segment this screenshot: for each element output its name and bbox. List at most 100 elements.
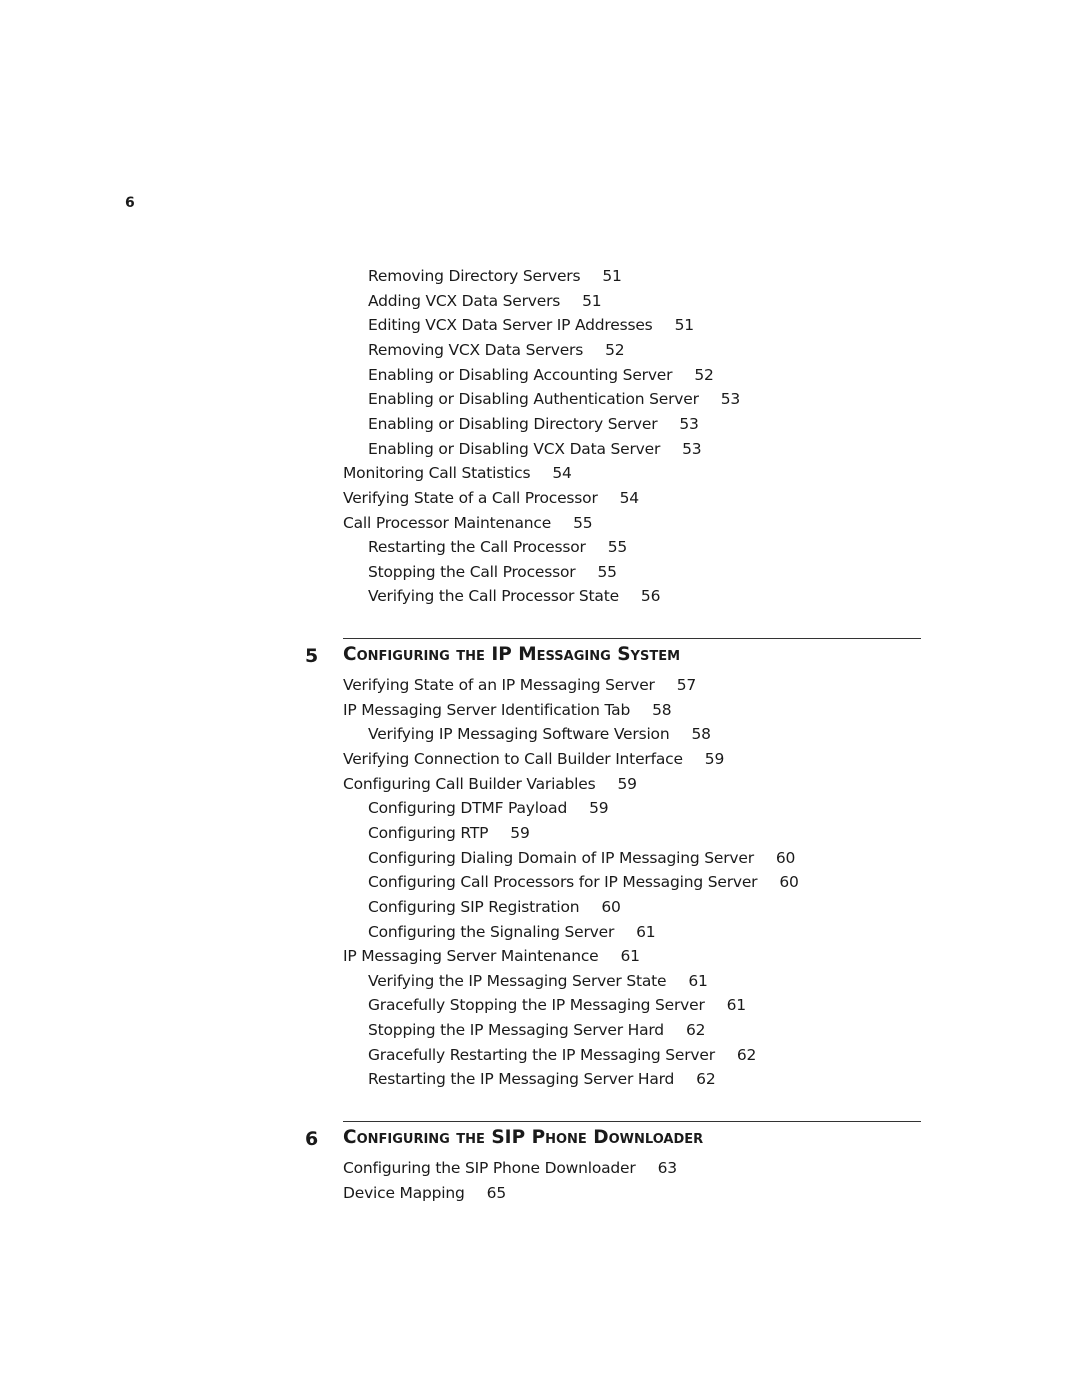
toc-entry[interactable]: Enabling or Disabling Directory Server 53 xyxy=(368,414,699,434)
chapter-number: 5 xyxy=(305,645,319,667)
toc-entry[interactable]: Stopping the IP Messaging Server Hard 62 xyxy=(368,1020,705,1040)
toc-entry-page: 55 xyxy=(607,538,628,557)
toc-entry-title: Verifying the IP Messaging Server State xyxy=(368,971,667,990)
toc-entry-title: Configuring Dialing Domain of IP Messagi… xyxy=(368,848,754,867)
toc-entry-title: Removing Directory Servers xyxy=(368,267,581,285)
toc-entry[interactable]: Configuring the Signaling Server 61 xyxy=(368,922,656,942)
toc-entry-page: 60 xyxy=(601,897,621,916)
toc-entry-title: IP Messaging Server Maintenance xyxy=(343,947,599,966)
chapter-title[interactable]: Configuring the SIP Phone Downloader xyxy=(343,1127,703,1148)
toc-entry[interactable]: Verifying IP Messaging Software Version 5… xyxy=(368,724,711,744)
toc-entry-page: 58 xyxy=(652,700,672,719)
toc-entry-page: 61 xyxy=(636,922,656,941)
toc-entry[interactable]: Restarting the Call Processor 55 xyxy=(368,537,627,557)
toc-entry-title: Configuring the SIP Phone Downloader xyxy=(343,1159,636,1177)
toc-entry-title: Enabling or Disabling VCX Data Server xyxy=(368,439,661,458)
toc-entry[interactable]: Device Mapping 65 xyxy=(343,1183,506,1203)
toc-entry-page: 63 xyxy=(657,1159,678,1177)
chapter-divider xyxy=(343,638,921,639)
toc-entry-page: 61 xyxy=(620,947,641,966)
toc-entry-title: Configuring DTMF Payload xyxy=(368,799,568,818)
toc-entry[interactable]: Verifying State of an IP Messaging Serve… xyxy=(343,675,696,695)
toc-entry-title: Enabling or Disabling Accounting Server xyxy=(368,365,673,384)
chapter-title[interactable]: Configuring the IP Messaging System xyxy=(343,644,680,665)
toc-entry-title: Gracefully Restarting the IP Messaging S… xyxy=(368,1045,715,1064)
toc-entry-page: 65 xyxy=(486,1183,507,1202)
toc-entry[interactable]: Editing VCX Data Server IP Addresses 51 xyxy=(368,315,694,335)
toc-entry[interactable]: Call Processor Maintenance 55 xyxy=(343,513,593,533)
toc-entry[interactable]: IP Messaging Server Maintenance 61 xyxy=(343,946,640,966)
toc-entry[interactable]: IP Messaging Server Identification Tab 58 xyxy=(343,700,672,720)
toc-entry[interactable]: Gracefully Restarting the IP Messaging S… xyxy=(368,1045,756,1065)
page-number: 6 xyxy=(125,195,135,211)
toc-entry-title: Restarting the Call Processor xyxy=(368,538,586,557)
toc-entry[interactable]: Configuring SIP Registration 60 xyxy=(368,897,621,917)
toc-entry-page: 61 xyxy=(726,996,747,1015)
toc-entry-title: IP Messaging Server Identification Tab xyxy=(343,700,631,719)
toc-entry-title: Stopping the IP Messaging Server Hard xyxy=(368,1021,664,1040)
toc-entry-title: Editing VCX Data Server IP Addresses xyxy=(368,316,653,335)
toc-entry-page: 53 xyxy=(682,439,702,458)
toc-entry-page: 55 xyxy=(597,562,617,581)
toc-entry-title: Call Processor Maintenance xyxy=(343,513,552,532)
toc-entry-page: 51 xyxy=(674,316,695,335)
toc-entry-title: Verifying Connection to Call Builder Int… xyxy=(343,749,683,768)
toc-entry-title: Removing VCX Data Servers xyxy=(368,340,584,359)
toc-entry-title: Verifying State of a Call Processor xyxy=(343,488,598,507)
toc-entry-page: 54 xyxy=(552,464,572,483)
toc-entry[interactable]: Verifying the Call Processor State 56 xyxy=(368,586,660,606)
toc-entry-page: 59 xyxy=(510,823,530,842)
toc-entry-title: Verifying the Call Processor State xyxy=(368,587,619,606)
toc-entry[interactable]: Gracefully Stopping the IP Messaging Ser… xyxy=(368,995,746,1015)
toc-entry[interactable]: Stopping the Call Processor 55 xyxy=(368,562,617,582)
toc-entry-page: 58 xyxy=(691,725,711,744)
toc-entry[interactable]: Restarting the IP Messaging Server Hard 6… xyxy=(368,1069,716,1089)
toc-entry-page: 54 xyxy=(619,488,640,507)
chapter-number: 6 xyxy=(305,1128,319,1150)
toc-entry-title: Stopping the Call Processor xyxy=(368,562,576,581)
toc-entry-page: 62 xyxy=(696,1070,716,1089)
toc-entry-title: Configuring the Signaling Server xyxy=(368,922,615,941)
toc-entry-page: 62 xyxy=(685,1021,706,1040)
toc-entry-page: 51 xyxy=(602,267,622,285)
toc-entry[interactable]: Enabling or Disabling VCX Data Server 53 xyxy=(368,439,702,459)
toc-entry-page: 53 xyxy=(720,390,741,409)
toc-entry-title: Gracefully Stopping the IP Messaging Ser… xyxy=(368,996,705,1015)
toc-entry[interactable]: Configuring the SIP Phone Downloader 63 xyxy=(343,1158,677,1178)
toc-entry-title: Configuring Call Processors for IP Messa… xyxy=(368,873,758,892)
toc-entry[interactable]: Configuring Call Builder Variables 59 xyxy=(343,774,637,794)
toc-entry[interactable]: Enabling or Disabling Authentication Ser… xyxy=(368,389,740,409)
toc-entry-page: 59 xyxy=(704,749,725,768)
toc-entry[interactable]: Configuring DTMF Payload 59 xyxy=(368,798,609,818)
toc-entry[interactable]: Verifying the IP Messaging Server State 6… xyxy=(368,971,708,991)
toc-entry-page: 59 xyxy=(617,774,637,793)
toc-entry-title: Configuring Call Builder Variables xyxy=(343,774,596,793)
toc-entry-page: 57 xyxy=(676,676,697,694)
toc-entry-page: 51 xyxy=(582,291,602,310)
toc-entry-title: Enabling or Disabling Directory Server xyxy=(368,414,658,433)
toc-entry-page: 52 xyxy=(694,365,714,384)
toc-entry-title: Monitoring Call Statistics xyxy=(343,464,531,483)
toc-entry[interactable]: Verifying Connection to Call Builder Int… xyxy=(343,749,724,769)
toc-entry[interactable]: Verifying State of a Call Processor 54 xyxy=(343,488,639,508)
toc-entry-page: 59 xyxy=(589,799,609,818)
toc-entry-page: 56 xyxy=(640,587,661,606)
toc-entry-page: 55 xyxy=(573,513,593,532)
toc-entry[interactable]: Removing VCX Data Servers 52 xyxy=(368,340,625,360)
toc-entry-page: 62 xyxy=(736,1045,757,1064)
toc-entry-page: 53 xyxy=(679,414,699,433)
toc-entry-page: 61 xyxy=(688,971,708,990)
toc-entry[interactable]: Adding VCX Data Servers 51 xyxy=(368,291,602,311)
toc-entry[interactable]: Configuring Dialing Domain of IP Messagi… xyxy=(368,848,795,868)
toc-entry-title: Configuring RTP xyxy=(368,823,489,842)
toc-entry-page: 60 xyxy=(779,873,799,892)
toc-entry[interactable]: Enabling or Disabling Accounting Server 5… xyxy=(368,365,714,385)
toc-entry[interactable]: Monitoring Call Statistics 54 xyxy=(343,463,572,483)
chapter-divider xyxy=(343,1121,921,1122)
toc-entry-page: 60 xyxy=(775,848,796,867)
toc-entry[interactable]: Configuring RTP 59 xyxy=(368,823,530,843)
toc-entry-title: Restarting the IP Messaging Server Hard xyxy=(368,1070,675,1089)
toc-entry-page: 52 xyxy=(605,340,625,359)
toc-entry[interactable]: Removing Directory Servers 51 xyxy=(368,266,622,286)
toc-entry[interactable]: Configuring Call Processors for IP Messa… xyxy=(368,872,799,892)
